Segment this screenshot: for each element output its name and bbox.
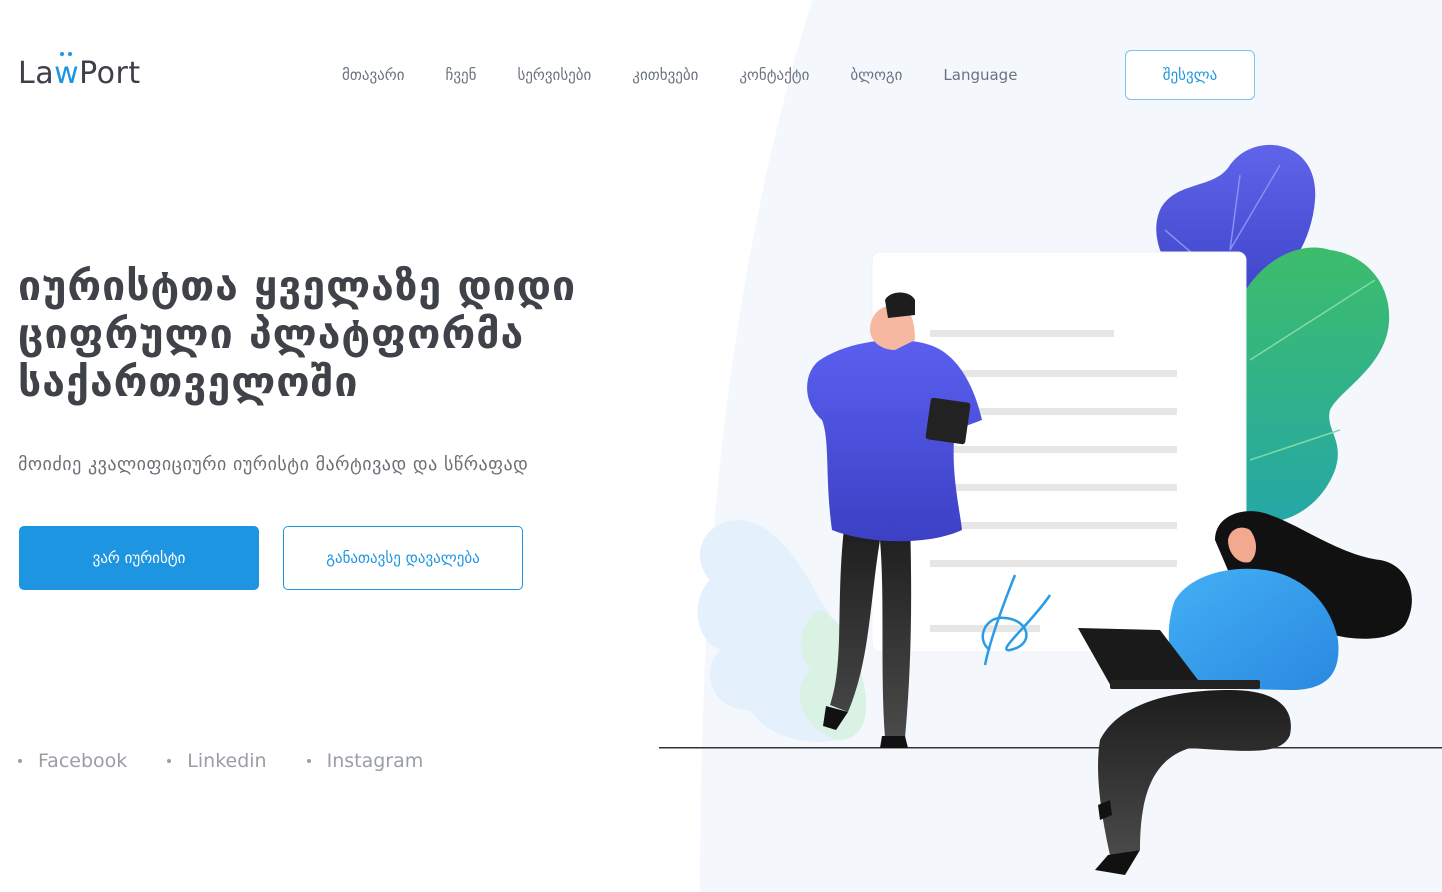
- nav-item-faq[interactable]: კითხვები: [632, 62, 698, 88]
- hero-title-line-3: საქართველოში: [18, 358, 359, 406]
- main-nav: მთავარი ჩვენ სერვისები კითხვები კონტაქტი…: [342, 62, 1058, 88]
- nav-item-about[interactable]: ჩვენ: [445, 62, 476, 88]
- bullet-icon: [18, 759, 22, 763]
- social-link-facebook[interactable]: Facebook: [18, 750, 127, 772]
- social-label: Facebook: [38, 750, 128, 772]
- ground-line: [659, 747, 1442, 749]
- post-task-button[interactable]: განათავსე დავალება: [283, 526, 523, 590]
- bullet-icon: [306, 759, 311, 763]
- hero-title: იურისტთა ყველაზე დიდი ციფრული პლატფორმა …: [18, 262, 638, 406]
- social-links: Facebook Linkedin Instagram: [18, 750, 463, 772]
- nav-item-contact[interactable]: კონტაქტი: [739, 62, 809, 88]
- social-label: Instagram: [326, 750, 424, 772]
- hero-subtitle: მოიძიე კვალიფიციური იურისტი მარტივად და …: [18, 454, 529, 475]
- login-button[interactable]: შესვლა: [1125, 50, 1255, 100]
- logo-text-w: w: [54, 52, 80, 91]
- social-link-linkedin[interactable]: Linkedin: [167, 750, 267, 772]
- social-label: Linkedin: [187, 750, 267, 772]
- green-leaf: [1240, 247, 1390, 523]
- logo-text-prefix: La: [18, 56, 55, 91]
- hero-title-line-1: იურისტთა ყველაზე დიდი: [18, 262, 577, 310]
- nav-item-language[interactable]: Language: [943, 62, 1017, 88]
- hero-title-line-2: ციფრული პლატფორმა: [18, 310, 525, 358]
- hero-illustration: [659, 144, 1442, 875]
- nav-item-home[interactable]: მთავარი: [342, 62, 404, 88]
- lawport-logo[interactable]: La w Port: [18, 52, 141, 91]
- nav-item-blog[interactable]: ბლოგი: [850, 62, 902, 88]
- bullet-icon: [167, 759, 172, 763]
- nav-item-services[interactable]: სერვისები: [517, 62, 591, 88]
- logo-text-suffix: Port: [79, 56, 141, 91]
- social-link-instagram[interactable]: Instagram: [306, 750, 424, 772]
- i-am-lawyer-button[interactable]: ვარ იურისტი: [19, 526, 259, 590]
